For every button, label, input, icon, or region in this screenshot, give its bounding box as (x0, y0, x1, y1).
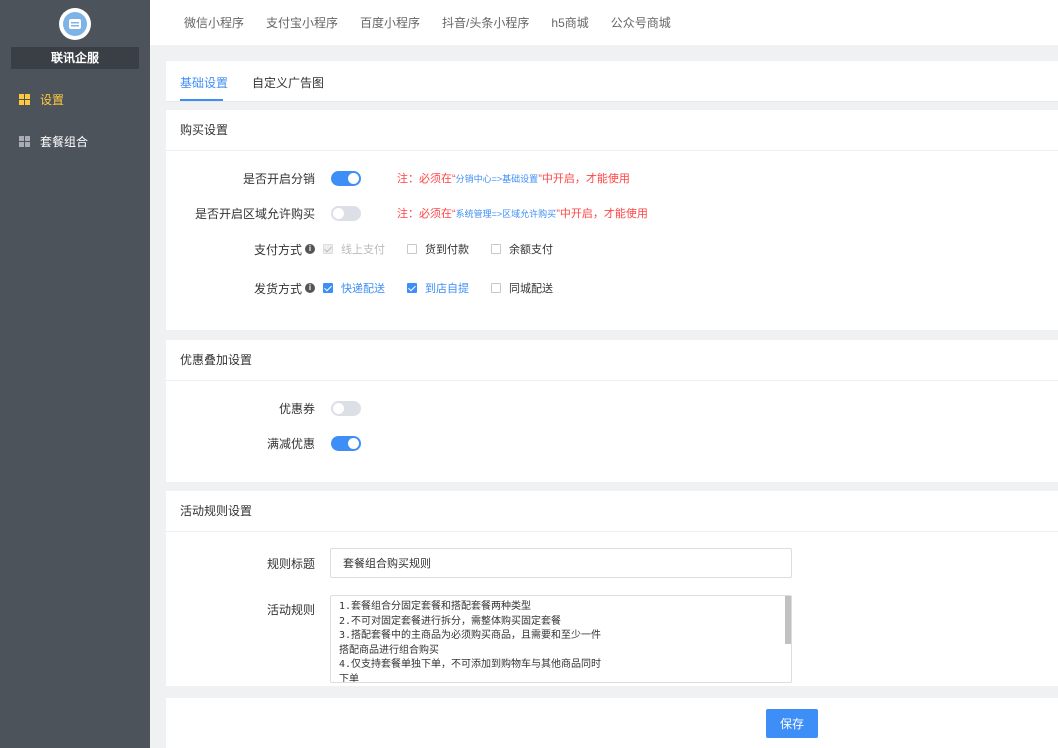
info-icon[interactable]: i (305, 244, 315, 254)
sidebar-item-package-combo[interactable]: 套餐组合 (0, 120, 150, 162)
section-title: 优惠叠加设置 (166, 340, 1058, 381)
delivery-express-checkbox[interactable]: 快递配送 (323, 280, 385, 296)
brand: 联讯企服 (0, 0, 150, 78)
note-link[interactable]: 分销中心=>基础设置 (456, 174, 539, 184)
footer-bar: 保存 (166, 698, 1058, 748)
field-label: 优惠券 (278, 401, 315, 416)
delivery-method-row: 发货方式 i 快递配送 到店自提 同城配送 (166, 278, 575, 298)
field-label: 规则标题 (266, 556, 315, 571)
full-reduction-row: 满减优惠 (166, 433, 361, 453)
rule-title-input[interactable] (330, 548, 792, 578)
field-label: 发货方式 i (166, 280, 323, 297)
payment-balance-checkbox[interactable]: 余额支付 (491, 241, 553, 257)
brand-name: 联讯企服 (11, 47, 139, 69)
active-tab-indicator (180, 99, 223, 101)
sidebar: 联讯企服 设置 套餐组合 (0, 0, 150, 748)
logo (59, 8, 91, 40)
buy-settings-panel: 购买设置 是否开启分销 注：必须在“分销中心=>基础设置”中开启，才能使用 是否… (166, 110, 1058, 330)
note-link[interactable]: 系统管理=>区域允许购买 (456, 209, 557, 219)
coupon-row: 优惠券 (166, 398, 361, 418)
promo-settings-panel: 优惠叠加设置 优惠券 满减优惠 (166, 340, 1058, 482)
tab-alipay-miniprogram[interactable]: 支付宝小程序 (266, 14, 338, 31)
field-label: 是否开启分销 (242, 171, 315, 186)
rule-content-row: 活动规则 (166, 599, 323, 619)
grid-icon (19, 135, 30, 147)
payment-method-row: 支付方式 i 线上支付 货到付款 余额支付 (166, 239, 575, 259)
region-purchase-toggle[interactable] (331, 205, 361, 221)
delivery-local-checkbox[interactable]: 同城配送 (491, 280, 553, 296)
rule-settings-panel: 活动规则设置 规则标题 活动规则 1.套餐组合分固定套餐和搭配套餐两种类型 2.… (166, 491, 1058, 686)
info-icon[interactable]: i (305, 283, 315, 293)
tab-baidu-miniprogram[interactable]: 百度小程序 (360, 14, 420, 31)
tab-basic-settings[interactable]: 基础设置 (180, 74, 228, 91)
rule-content-textarea[interactable]: 1.套餐组合分固定套餐和搭配套餐两种类型 2.不可对固定套餐进行拆分，需整体购买… (330, 595, 792, 683)
section-title: 活动规则设置 (166, 491, 1058, 532)
field-label: 支付方式 i (166, 241, 323, 258)
field-label: 是否开启区域允许购买 (194, 206, 315, 221)
grid-icon (19, 93, 30, 105)
region-purchase-note: 注：必须在“系统管理=>区域允许购买”中开启，才能使用 (397, 208, 648, 220)
full-reduction-toggle[interactable] (331, 435, 361, 451)
logo-icon (63, 12, 87, 36)
section-title: 购买设置 (166, 110, 1058, 151)
distribution-note: 注：必须在“分销中心=>基础设置”中开启，才能使用 (397, 173, 630, 185)
coupon-toggle[interactable] (331, 400, 361, 416)
tab-official-account-mall[interactable]: 公众号商城 (611, 14, 671, 31)
region-purchase-row: 是否开启区域允许购买 注：必须在“系统管理=>区域允许购买”中开启，才能使用 (166, 203, 648, 223)
tab-h5-mall[interactable]: h5商城 (551, 14, 588, 31)
rule-title-row: 规则标题 (166, 553, 323, 573)
textarea-scrollbar[interactable] (785, 596, 791, 644)
sidebar-item-settings[interactable]: 设置 (0, 78, 150, 120)
sidebar-item-label: 套餐组合 (40, 134, 89, 149)
settings-subtabs: 基础设置 自定义广告图 (166, 61, 1058, 102)
payment-cod-checkbox[interactable]: 货到付款 (407, 241, 469, 257)
distribution-row: 是否开启分销 注：必须在“分销中心=>基础设置”中开启，才能使用 (166, 168, 630, 188)
tab-custom-ad-image[interactable]: 自定义广告图 (252, 74, 324, 91)
field-label: 满减优惠 (266, 436, 315, 451)
save-button[interactable]: 保存 (766, 709, 818, 738)
tab-wechat-miniprogram[interactable]: 微信小程序 (184, 14, 244, 31)
platform-tabs: 微信小程序 支付宝小程序 百度小程序 抖音/头条小程序 h5商城 公众号商城 (150, 0, 1058, 45)
distribution-toggle[interactable] (331, 170, 361, 186)
delivery-pickup-checkbox[interactable]: 到店自提 (407, 280, 469, 296)
sidebar-item-label: 设置 (40, 92, 65, 107)
field-label: 活动规则 (266, 602, 315, 617)
tab-douyin-miniprogram[interactable]: 抖音/头条小程序 (442, 14, 529, 31)
payment-online-checkbox: 线上支付 (323, 241, 385, 257)
